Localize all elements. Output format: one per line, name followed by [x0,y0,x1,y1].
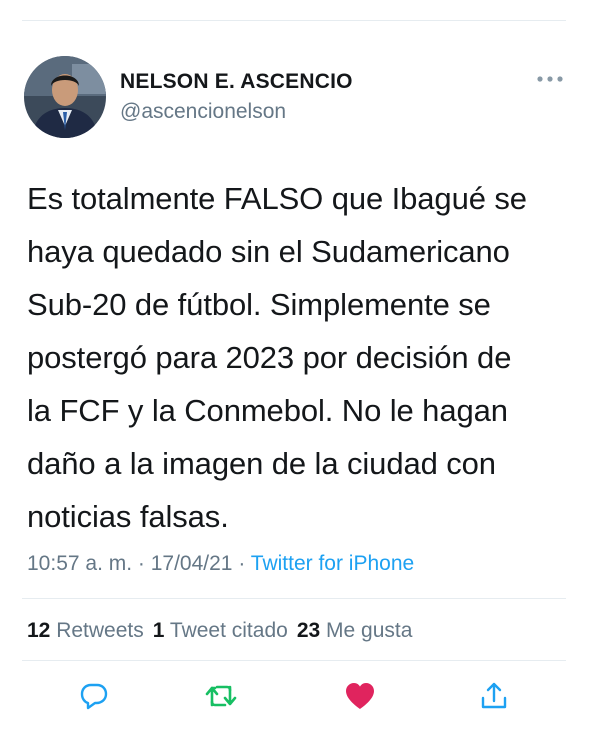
retweets-stat[interactable]: 12 Retweets [27,619,144,642]
retweet-icon [205,685,237,707]
tweet-stats: 12 Retweets 1 Tweet citado 23 Me gusta [27,619,421,643]
tweet-line: Es totalmente FALSO que Ibagué se [27,181,527,216]
likes-stat[interactable]: 23 Me gusta [297,619,413,642]
likes-label: Me gusta [326,619,413,642]
retweet-button[interactable] [203,678,239,714]
tweet-line: postergó para 2023 por decisión de [27,340,512,375]
likes-count: 23 [296,619,321,642]
share-icon [481,682,507,709]
more-options-icon[interactable] [536,72,564,86]
like-button[interactable] [342,678,378,714]
tweet-line: haya quedado sin el Sudamericano [27,234,510,269]
tweet-line: daño a la imagen de la ciudad con [27,446,496,481]
tweet-date[interactable]: 17/04/21 [151,552,233,575]
tweet-line: Sub-20 de fútbol. Simplemente se [27,287,491,322]
quotes-count: 1 [152,619,165,642]
quotes-stat[interactable]: 1 Tweet citado [153,619,288,642]
profile-photo-icon [24,56,106,138]
author-handle[interactable]: @ascencionelson [120,100,286,124]
tweet-text: Es totalmente FALSO que Ibagué se haya q… [27,172,567,543]
author-name[interactable]: NELSON E. ASCENCIO [120,70,353,94]
quotes-label: Tweet citado [169,619,288,642]
retweets-label: Retweets [56,619,144,642]
tweet-source-link[interactable]: Twitter for iPhone [251,552,414,575]
stats-divider [22,660,566,661]
tweet-line: la FCF y la Conmebol. No le hagan [27,393,508,428]
avatar[interactable] [24,56,106,138]
meta-separator: · [132,552,151,575]
share-button[interactable] [476,678,512,714]
reply-icon [80,683,108,710]
tweet-time[interactable]: 10:57 a. m. [27,552,132,575]
tweet-line: noticias falsas. [27,499,229,534]
meta-separator: · [232,552,251,575]
retweets-count: 12 [27,619,51,642]
heart-icon [346,683,374,709]
reply-button[interactable] [76,678,112,714]
meta-divider [22,598,566,599]
top-divider [22,20,566,21]
tweet-meta: 10:57 a. m. · 17/04/21 · Twitter for iPh… [27,552,414,576]
